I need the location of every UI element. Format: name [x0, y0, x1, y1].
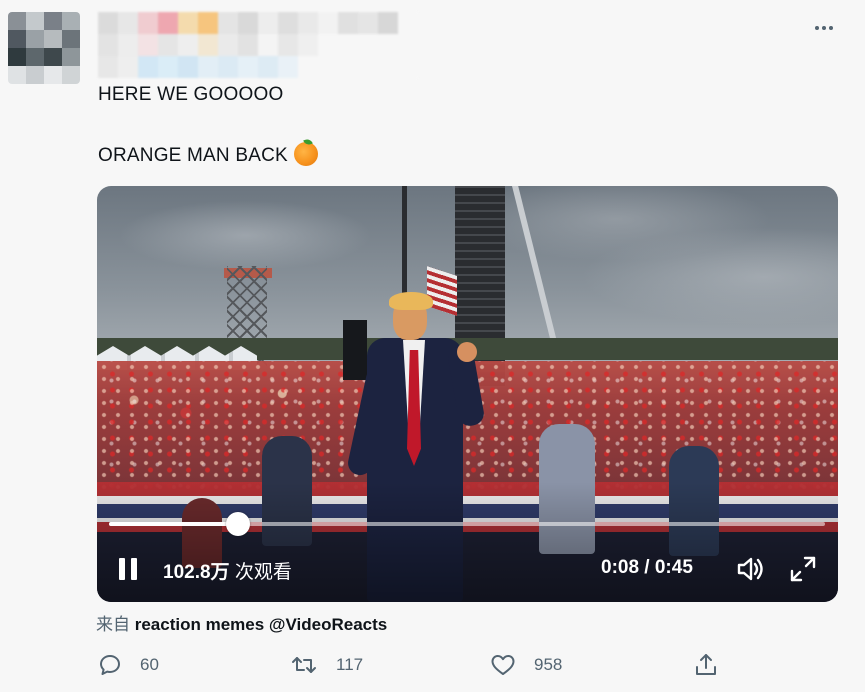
- more-options-icon[interactable]: [808, 18, 840, 38]
- pause-bar: [119, 558, 125, 580]
- video-controls-shade: [97, 482, 838, 602]
- video-progress-fill: [109, 522, 238, 526]
- reply-count: 60: [140, 655, 159, 674]
- like-count: 958: [534, 655, 563, 674]
- retweet-count: 117: [336, 655, 364, 674]
- view-count-unit: 次观看: [234, 562, 292, 583]
- view-count-number: 102.8万: [163, 562, 230, 583]
- retweet-icon: [290, 653, 318, 677]
- video-pole: [402, 186, 407, 296]
- pause-bar: [131, 558, 137, 580]
- video-speaker: [343, 320, 367, 380]
- more-dot: [822, 26, 826, 30]
- video-progress-thumb[interactable]: [225, 512, 250, 536]
- orange-icon: [293, 142, 318, 166]
- view-count: 102.8万 次观看: [163, 557, 292, 584]
- like-icon: [490, 653, 516, 677]
- tweet-text-line-1: HERE WE GOOOOO: [98, 84, 284, 105]
- retweet-button[interactable]: 117: [290, 650, 363, 680]
- figure-fist: [457, 342, 477, 362]
- fullscreen-icon[interactable]: [787, 554, 819, 584]
- tweet-text-line-2: ORANGE MAN BACK: [98, 142, 318, 167]
- video-time: 0:08 / 0:45: [601, 557, 693, 578]
- source-prefix: 来自: [96, 615, 130, 634]
- figure-hair: [389, 292, 433, 310]
- like-button[interactable]: 958: [490, 650, 562, 680]
- author-name-blurred[interactable]: [98, 12, 418, 78]
- share-button[interactable]: [694, 650, 718, 680]
- tweet-text-line-2-text: ORANGE MAN BACK: [98, 145, 288, 166]
- more-dot: [815, 26, 819, 30]
- pause-icon[interactable]: [115, 556, 141, 582]
- video-player[interactable]: 102.8万 次观看 0:08 / 0:45: [97, 186, 838, 602]
- source-account-link[interactable]: reaction memes @VideoReacts: [135, 615, 388, 634]
- share-icon: [694, 652, 718, 678]
- reply-button[interactable]: 60: [98, 650, 159, 680]
- volume-icon[interactable]: [735, 554, 767, 584]
- reply-icon: [98, 653, 122, 677]
- video-progress-bar[interactable]: [109, 512, 825, 536]
- more-dot: [829, 26, 833, 30]
- avatar[interactable]: [8, 12, 80, 84]
- video-source-line: 来自 reaction memes @VideoReacts: [96, 610, 387, 635]
